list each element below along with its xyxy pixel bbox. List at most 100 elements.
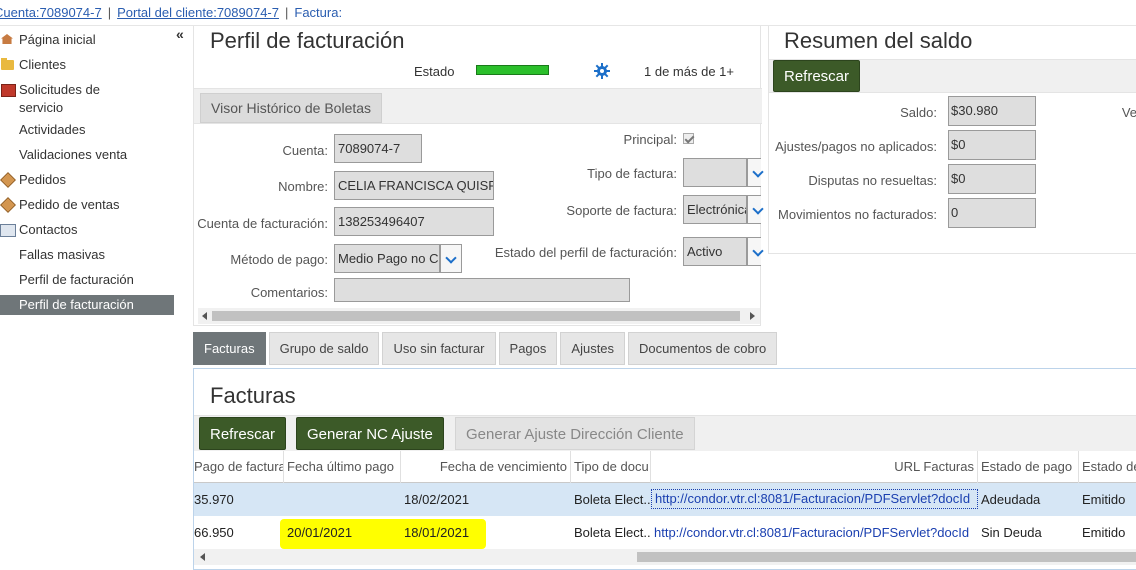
sidebar-item-pagina-inicial[interactable]: Página inicial [0,28,174,53]
sidebar-item-label: Perfil de facturación [19,297,134,312]
blank-icon [0,271,19,287]
cell-estado: Emitido [1082,492,1126,507]
sidebar-item-label: Fallas masivas [19,247,105,262]
column-fecha-vencimiento[interactable]: Fecha de vencimiento [401,451,571,483]
column-tipo-documento[interactable]: Tipo de docu [571,451,651,483]
facturas-horizontal-scrollbar[interactable] [194,549,1136,565]
tab-uso-sin-facturar[interactable]: Uso sin facturar [382,332,496,365]
column-estado-pago[interactable]: Estado de pago [978,451,1079,483]
disputas-field[interactable]: $0 [948,164,1036,194]
home-icon [0,31,19,47]
movimientos-field[interactable]: 0 [948,198,1036,228]
tipo-factura-label: Tipo de factura: [587,166,677,181]
scroll-left-icon[interactable] [202,312,207,320]
blank-icon [0,296,19,312]
cell-pago: 35.970 [194,492,234,507]
sidebar-item-solicitudes[interactable]: Solicitudes de servicio [0,78,174,118]
collapse-sidebar-icon[interactable]: « [176,26,184,42]
table-row[interactable]: 66.950 20/01/2021 18/01/2021 Boleta Elec… [194,516,1136,549]
cell-url-link[interactable]: http://condor.vtr.cl:8081/Facturacion/PD… [651,489,978,509]
tab-ajustes[interactable]: Ajustes [560,332,626,365]
tipo-factura-select[interactable] [683,158,747,187]
resumen-title: Resumen del saldo [784,28,973,53]
breadcrumb-separator: | [284,5,289,20]
tipo-factura-dropdown-icon[interactable] [747,158,761,187]
generar-ajuste-direccion-button[interactable]: Generar Ajuste Dirección Cliente [455,417,695,450]
estado-label: Estado [414,64,455,79]
sidebar-item-label: Pedidos [19,172,66,187]
sidebar-item-clientes[interactable]: Clientes [0,53,174,78]
cuenta-facturacion-field[interactable]: 138253496407 [334,207,494,236]
sidebar: « Página inicial Clientes Solicitudes de… [0,26,190,570]
perfil-horizontal-scrollbar[interactable] [198,308,760,324]
tab-facturas[interactable]: Facturas [193,332,266,365]
facturas-title: Facturas [210,383,296,408]
scroll-thumb[interactable] [637,552,1136,562]
estado-perfil-dropdown-icon[interactable] [747,237,761,266]
sidebar-item-perfil-facturacion-active[interactable]: Perfil de facturación [0,295,174,315]
sidebar-item-label: Contactos [19,222,78,237]
breadcrumb: Cuenta:7089074-7 | Portal del cliente:70… [0,0,1136,26]
cell-pago: 66.950 [194,525,234,540]
nombre-field[interactable]: CELIA FRANCISCA QUISPE [334,171,494,200]
sidebar-item-actividades[interactable]: Actividades [0,118,174,143]
blank-icon [0,146,19,162]
sidebar-item-pedido-ventas[interactable]: Pedido de ventas [0,193,174,218]
scroll-thumb[interactable] [212,311,740,321]
visor-historico-button[interactable]: Visor Histórico de Boletas [200,93,383,123]
cube-icon [0,171,19,187]
metodo-pago-select[interactable]: Medio Pago no C [334,244,440,273]
tab-pagos[interactable]: Pagos [498,332,558,365]
facturas-refrescar-button[interactable]: Refrescar [199,417,287,450]
sidebar-item-label: Página inicial [19,32,96,47]
soporte-factura-dropdown-icon[interactable] [747,195,761,224]
sidebar-item-contactos[interactable]: Contactos [0,218,174,243]
saldo-label: Saldo: [900,105,937,120]
principal-label: Principal: [623,132,677,147]
scroll-right-icon[interactable] [750,312,755,320]
estado-status-bar [476,65,549,75]
tab-bar: Facturas Grupo de saldo Uso sin facturar… [193,332,780,365]
sidebar-item-label: Clientes [19,57,66,72]
cell-estado: Emitido [1082,525,1126,540]
cell-fecha-ultimo [284,483,401,516]
metodo-pago-dropdown-icon[interactable] [440,244,462,273]
principal-checkbox[interactable] [683,133,694,144]
breadcrumb-factura: Factura: [294,5,343,20]
table-row[interactable]: 35.970 18/02/2021 Boleta Elect... http:/… [194,483,1136,516]
perfil-facturacion-panel: Perfil de facturación Estado 1 de más de… [193,26,762,326]
sidebar-item-perfil-facturacion[interactable]: Perfil de facturación [0,268,174,293]
column-pago-factura[interactable]: Pago de factura [191,451,284,483]
cuenta-field[interactable]: 7089074-7 [334,134,422,163]
sidebar-item-label: Actividades [19,122,86,137]
tab-documentos-cobro[interactable]: Documentos de cobro [628,332,778,365]
ve-label: Ve [1121,105,1136,120]
column-fecha-ultimo-pago[interactable]: Fecha último pago [284,451,401,483]
gear-icon[interactable] [594,63,610,79]
resumen-refrescar-button[interactable]: Refrescar [773,60,861,92]
sidebar-item-validaciones[interactable]: Validaciones venta [0,143,174,168]
estado-perfil-label: Estado del perfil de facturación: [494,245,677,260]
cuenta-facturacion-label: Cuenta de facturación: [197,216,328,231]
tab-grupo-saldo[interactable]: Grupo de saldo [268,332,380,365]
sidebar-item-fallas[interactable]: Fallas masivas [0,243,174,268]
disputas-label: Disputas no resueltas: [808,173,937,188]
ajustes-field[interactable]: $0 [948,130,1036,160]
comentarios-label: Comentarios: [250,285,328,300]
estado-perfil-select[interactable]: Activo [683,237,747,266]
column-url-facturas[interactable]: URL Facturas [651,451,978,483]
cell-estado-pago: Adeudada [981,492,1041,507]
cell-url-link[interactable]: http://condor.vtr.cl:8081/Facturacion/PD… [651,516,978,549]
column-estado[interactable]: Estado de [1079,451,1136,483]
breadcrumb-separator: | [107,5,112,20]
soporte-factura-select[interactable]: Electrónica [683,195,747,224]
record-pager: 1 de más de 1+ [644,64,734,79]
saldo-field[interactable]: $30.980 [948,96,1036,126]
nombre-label: Nombre: [278,179,328,194]
breadcrumb-portal-link[interactable]: Portal del cliente:7089074-7 [117,5,279,20]
generar-nc-ajuste-button[interactable]: Generar NC Ajuste [296,417,444,450]
sidebar-item-pedidos[interactable]: Pedidos [0,168,174,193]
comentarios-textarea[interactable] [334,278,630,302]
breadcrumb-cuenta-link[interactable]: Cuenta:7089074-7 [0,5,102,20]
scroll-left-icon[interactable] [200,553,205,561]
